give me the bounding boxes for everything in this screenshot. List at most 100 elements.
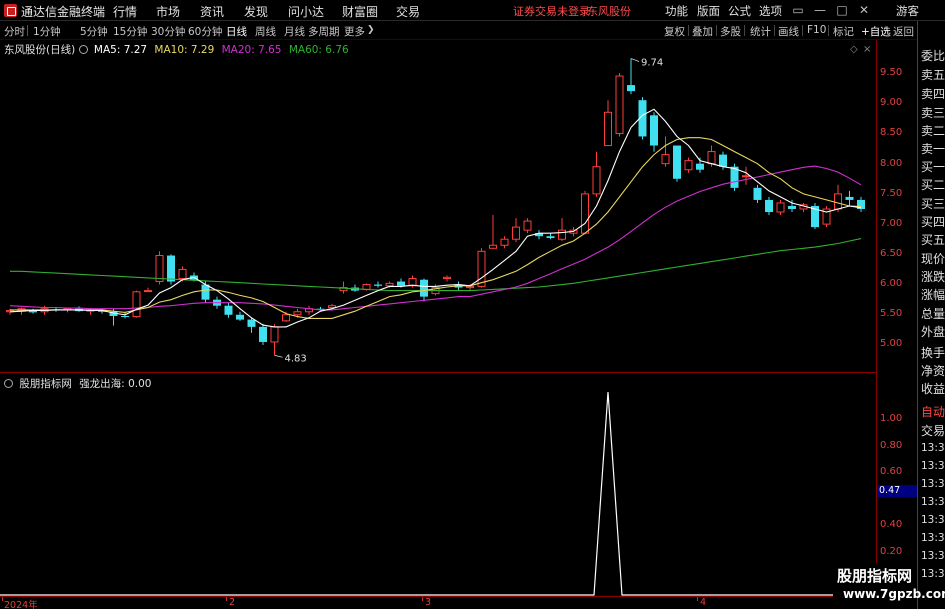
label-sell3: 卖三 — [921, 106, 945, 120]
label-net-asset: 净资 — [921, 364, 945, 378]
price-axis-label: 8.00 — [880, 158, 903, 169]
quote-side-panel: 委比 卖五 卖四 卖三 卖二 卖一 买一 买二 买三 买四 买五 现价 涨跌 涨… — [917, 21, 945, 609]
price-axis-label: 5.50 — [880, 308, 903, 319]
date-axis-label: 2024年 — [4, 600, 38, 609]
candle-body — [684, 160, 693, 171]
candle-body — [144, 290, 152, 293]
trade-time: 13:38 — [921, 478, 945, 490]
candle-body — [466, 285, 474, 289]
price-axis-label: 9.00 — [880, 97, 903, 108]
label-outer: 外盘 — [921, 325, 945, 339]
candle-body — [696, 163, 704, 170]
candle-body — [132, 291, 141, 318]
candle-body — [615, 75, 624, 134]
candle-body — [627, 85, 635, 92]
ma60-line — [10, 238, 862, 292]
date-axis-label: 2 — [229, 597, 236, 608]
candle-body — [650, 115, 658, 146]
trade-time: 13:38 — [921, 532, 945, 544]
candle-body — [765, 199, 773, 213]
candle-body — [581, 193, 589, 234]
label-price: 现价 — [921, 252, 945, 266]
candle-body — [753, 187, 762, 200]
label-trades: 交易 — [921, 424, 945, 438]
user-guest[interactable]: 游客 — [896, 3, 919, 19]
label-change-pct: 涨幅 — [921, 288, 945, 302]
candle-body — [834, 193, 842, 210]
label-buy1: 买一 — [921, 160, 945, 174]
label-weibi: 委比 — [921, 49, 945, 63]
kline-chart[interactable]: 9.74 4.83 — [0, 0, 877, 609]
candle-body — [201, 284, 210, 300]
indicator-axis-label: 0.20 — [880, 546, 903, 557]
watermark: 股朋指标网 www.7gpzb.com — [833, 563, 945, 609]
label-change: 涨跌 — [921, 270, 945, 284]
label-sell5: 卖五 — [921, 68, 945, 82]
label-sell1: 卖一 — [921, 142, 945, 156]
price-axis-label: 9.50 — [880, 67, 903, 78]
candle-body — [523, 220, 532, 231]
label-sell2: 卖二 — [921, 124, 945, 138]
candle-body — [661, 154, 670, 165]
candle-body — [282, 314, 290, 322]
candle-body — [558, 229, 566, 240]
trade-time: 13:38 — [921, 460, 945, 472]
candle-body — [374, 284, 382, 286]
label-eps: 收益 — [921, 382, 945, 396]
candle-body — [742, 175, 750, 178]
price-axis-label: 5.00 — [880, 338, 903, 349]
trade-time: 13:38 — [921, 550, 945, 562]
trade-time: 13:38 — [921, 442, 945, 454]
indicator-cursor-value: 0.47 — [877, 485, 917, 497]
candle-body — [776, 202, 785, 213]
candle-body — [788, 205, 796, 209]
candle-body — [224, 305, 233, 315]
trade-time: 13:38 — [921, 568, 945, 580]
candle-body — [512, 226, 520, 240]
candle-body — [236, 314, 244, 320]
candle-body — [420, 279, 428, 297]
label-turnover: 换手 — [921, 346, 945, 360]
candle-body — [707, 151, 716, 165]
price-axis-label: 7.50 — [880, 188, 903, 199]
watermark-url: www.7gpzb.com — [843, 587, 945, 601]
candle-body — [477, 250, 486, 287]
candle-body — [397, 281, 405, 286]
label-buy3: 买三 — [921, 197, 945, 211]
candle-body — [673, 145, 681, 179]
high-price-label: 9.74 — [641, 57, 663, 68]
candle-body — [328, 305, 336, 309]
candle-body — [845, 196, 854, 200]
date-axis-label: 3 — [425, 597, 432, 608]
indicator-axis-label: 0.80 — [880, 440, 903, 451]
label-volume: 总量 — [921, 307, 945, 321]
price-axis-label: 7.00 — [880, 218, 903, 229]
label-sell4: 卖四 — [921, 87, 945, 101]
indicator-axis-label: 0.60 — [880, 466, 903, 477]
date-axis: 2024年 2 3 4 — [0, 596, 877, 609]
price-axis-label: 6.50 — [880, 248, 903, 259]
back-button[interactable]: 返回 — [893, 24, 914, 39]
indicator-axis-label: 1.00 — [880, 413, 903, 424]
candle-body — [604, 111, 612, 147]
label-buy5: 买五 — [921, 233, 945, 247]
label-auto[interactable]: 自动 — [921, 403, 945, 420]
indicator-axis-label: 0.40 — [880, 519, 903, 530]
candle-body — [247, 319, 256, 327]
candle-body — [167, 255, 175, 282]
price-axis-label: 8.50 — [880, 127, 903, 138]
candle-body — [270, 326, 279, 343]
candle-body — [293, 311, 302, 316]
date-axis-label: 4 — [700, 597, 707, 608]
candle-body — [443, 276, 451, 280]
indicator-line — [0, 391, 877, 596]
watermark-title: 股朋指标网 — [837, 567, 913, 585]
trade-time: 13:38 — [921, 514, 945, 526]
candle-body — [592, 166, 601, 195]
candle-body — [155, 255, 164, 283]
candle-body — [362, 284, 371, 290]
candle-body — [121, 315, 129, 317]
candle-body — [546, 236, 555, 239]
low-pointer — [274, 354, 283, 358]
candle-body — [385, 282, 394, 287]
